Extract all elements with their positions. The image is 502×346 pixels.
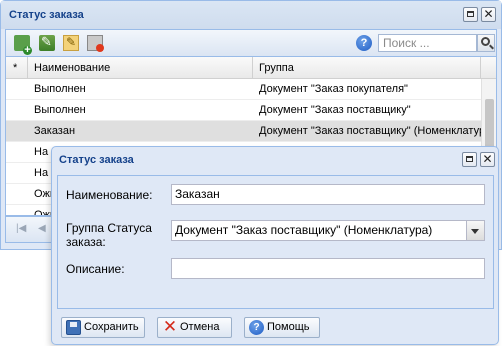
first-page-icon[interactable]: |◀ [16, 223, 28, 235]
cancel-icon: ✕ [162, 317, 178, 336]
table-row[interactable]: Выполнен Документ "Заказ поставщику" [6, 100, 481, 121]
maximize-icon [467, 11, 474, 17]
group-dropdown-button[interactable] [467, 220, 485, 241]
grid-header: * Наименование Группа [6, 57, 496, 79]
search-button[interactable] [477, 34, 495, 52]
save-button-label: Сохранить [84, 321, 139, 333]
cell-group: Документ "Заказ поставщику" [259, 104, 411, 116]
name-field[interactable]: Заказан [171, 184, 485, 205]
search-input[interactable]: Поиск ... [378, 34, 477, 52]
maximize-button[interactable] [463, 7, 478, 22]
name-label: Наименование: [66, 188, 153, 202]
grid-toolbar: ? Поиск ... [5, 29, 497, 56]
add-record-icon[interactable] [14, 35, 32, 55]
cell-name: Выполнен [34, 83, 86, 95]
help-button-label: Помощь [267, 321, 310, 333]
group-label: Группа Статуса заказа: [66, 221, 152, 249]
edit-record-icon[interactable] [39, 34, 55, 51]
marker-column-header[interactable]: * [6, 57, 28, 79]
group-select[interactable]: Документ "Заказ поставщику" (Номенклатур… [171, 220, 467, 241]
close-icon: ✕ [483, 7, 494, 21]
close-icon: ✕ [482, 152, 493, 166]
table-row-selected[interactable]: Заказан Документ "Заказ поставщику" (Ном… [6, 121, 481, 142]
dialog-form: Наименование: Заказан Группа Статуса зак… [57, 175, 494, 309]
maximize-icon [466, 156, 473, 162]
cell-group: Документ "Заказ покупателя" [259, 83, 408, 95]
save-button[interactable]: Сохранить [61, 317, 145, 338]
prev-page-icon[interactable]: ◀ [38, 223, 50, 235]
cell-name: Выполнен [34, 104, 86, 116]
cell-name: Заказан [34, 125, 76, 137]
description-field[interactable] [171, 258, 485, 279]
window-titlebar[interactable]: Статус заказа ✕ [1, 1, 501, 29]
dialog-maximize-button[interactable] [462, 152, 477, 167]
column-header-group[interactable]: Группа [253, 57, 481, 79]
edit-document-icon[interactable] [63, 35, 79, 51]
description-label: Описание: [66, 262, 125, 276]
cell-group: Документ "Заказ поставщику" (Номенклатур… [259, 125, 481, 137]
delete-record-icon[interactable] [87, 35, 104, 52]
chevron-down-icon [471, 229, 479, 234]
close-button[interactable]: ✕ [481, 7, 496, 22]
window-title: Статус заказа [9, 9, 84, 21]
cancel-button-label: Отмена [180, 321, 220, 333]
column-header-name[interactable]: Наименование [28, 57, 253, 79]
table-row[interactable]: Выполнен Документ "Заказ покупателя" [6, 79, 481, 100]
order-status-dialog: Статус заказа ✕ Наименование: Заказан Гр… [51, 146, 499, 345]
save-icon [66, 320, 81, 335]
help-button[interactable]: ? Помощь [244, 317, 320, 338]
dialog-title: Статус заказа [59, 154, 134, 166]
help-icon: ? [249, 320, 264, 335]
cancel-button[interactable]: ✕ Отмена [157, 317, 232, 338]
dialog-close-button[interactable]: ✕ [480, 152, 495, 167]
help-icon[interactable]: ? [356, 35, 372, 51]
